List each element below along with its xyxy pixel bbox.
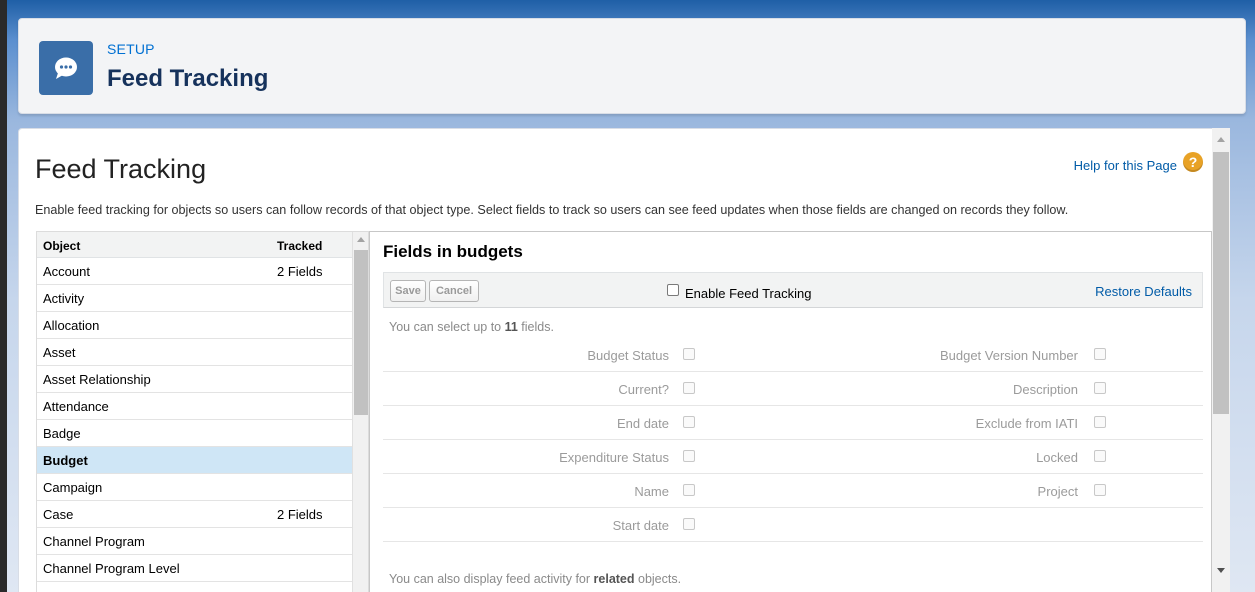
field-checkbox-name[interactable] xyxy=(683,484,695,496)
help-link[interactable]: Help for this Page xyxy=(1074,158,1177,173)
field-row: Name Project xyxy=(383,474,1203,508)
object-name: Channel Program Level xyxy=(43,561,180,576)
object-name: Attendance xyxy=(43,399,109,414)
field-label: Budget Status xyxy=(587,348,669,363)
field-row: Start date xyxy=(383,508,1203,542)
page-header: SETUP Feed Tracking xyxy=(18,18,1246,114)
object-name: Activity xyxy=(43,291,85,306)
page-description: Enable feed tracking for objects so user… xyxy=(35,203,1069,217)
field-label: Start date xyxy=(612,518,669,533)
page-scrollbar-thumb[interactable] xyxy=(1213,152,1229,414)
breadcrumb[interactable]: SETUP xyxy=(107,41,155,57)
field-checkbox-budget-status[interactable] xyxy=(683,348,695,360)
field-label: End date xyxy=(616,416,669,431)
field-checkbox-description[interactable] xyxy=(1094,382,1106,394)
column-header-tracked: Tracked xyxy=(277,239,323,253)
object-name: Campaign xyxy=(43,480,103,495)
cancel-button[interactable]: Cancel xyxy=(429,280,479,302)
help-icon[interactable]: ? xyxy=(1183,152,1203,172)
field-checkbox-project[interactable] xyxy=(1094,484,1106,496)
object-row-channel-program[interactable]: Channel Program xyxy=(37,528,352,555)
field-label: Budget Version Number xyxy=(939,348,1078,363)
object-row-allocation[interactable]: Allocation xyxy=(37,312,352,339)
field-label: Description xyxy=(1012,382,1078,397)
object-name: Case xyxy=(43,507,74,522)
enable-feed-tracking-checkbox[interactable] xyxy=(667,284,679,296)
scrollbar-thumb[interactable] xyxy=(354,250,368,415)
object-row-channel-program-level[interactable]: Channel Program Level xyxy=(37,555,352,582)
object-list-header: Object Tracked xyxy=(37,232,352,258)
field-checkbox-budget-version-number[interactable] xyxy=(1094,348,1106,360)
object-row-asset[interactable]: Asset xyxy=(37,339,352,366)
field-limit-count: 11 xyxy=(504,320,518,334)
restore-defaults-link[interactable]: Restore Defaults xyxy=(1095,284,1192,299)
object-name: Allocation xyxy=(43,318,100,333)
field-label: Current? xyxy=(618,382,669,397)
field-row: End date Exclude from IATI xyxy=(383,406,1203,440)
object-name: Channel Program xyxy=(43,534,145,549)
field-label: Locked xyxy=(1036,450,1078,465)
object-name: Budget xyxy=(43,453,88,468)
enable-feed-tracking-label: Enable Feed Tracking xyxy=(685,286,812,301)
field-checkbox-locked[interactable] xyxy=(1094,450,1106,462)
scroll-up-arrow-icon[interactable] xyxy=(1217,137,1225,142)
page-title: Feed Tracking xyxy=(35,154,207,184)
field-checkbox-start-date[interactable] xyxy=(683,518,695,530)
field-checkbox-exclude-from-iati[interactable] xyxy=(1094,416,1106,428)
object-row-attendance[interactable]: Attendance xyxy=(37,393,352,420)
object-tracked: 2 Fields xyxy=(277,507,323,522)
header-title: Feed Tracking xyxy=(107,65,269,92)
field-checkbox-expenditure-status[interactable] xyxy=(683,450,695,462)
scroll-up-arrow-icon[interactable] xyxy=(357,237,365,242)
chat-bubble-icon xyxy=(39,41,93,95)
object-name: Asset xyxy=(43,345,76,360)
column-header-object: Object xyxy=(43,239,81,253)
related-objects-text: You can also display feed activity for r… xyxy=(389,572,682,586)
object-list: Object Tracked Account 2 Fields Activity… xyxy=(36,231,369,592)
object-name: Asset Relationship xyxy=(43,372,151,387)
object-name: Account xyxy=(43,264,90,279)
object-list-scrollbar[interactable] xyxy=(352,232,368,592)
object-tracked: 2 Fields xyxy=(277,264,323,279)
object-row-account[interactable]: Account 2 Fields xyxy=(37,258,352,285)
field-label: Name xyxy=(634,484,669,499)
field-checkbox-current[interactable] xyxy=(683,382,695,394)
field-label: Exclude from IATI xyxy=(975,416,1078,431)
object-row-badge[interactable]: Badge xyxy=(37,420,352,447)
field-row: Budget Status Budget Version Number xyxy=(383,338,1203,372)
object-row-asset-relationship[interactable]: Asset Relationship xyxy=(37,366,352,393)
fields-toolbar: Save Cancel Enable Feed Tracking Restore… xyxy=(383,272,1203,308)
page-scrollbar[interactable] xyxy=(1212,128,1230,592)
fields-title: Fields in budgets xyxy=(383,242,523,261)
object-row-campaign[interactable]: Campaign xyxy=(37,474,352,501)
fields-panel: Fields in budgets Save Cancel Enable Fee… xyxy=(369,231,1212,592)
main-content: Feed Tracking Help for this Page ? Enabl… xyxy=(18,128,1230,592)
field-row: Expenditure Status Locked xyxy=(383,440,1203,474)
field-label: Expenditure Status xyxy=(559,450,669,465)
scroll-down-arrow-icon[interactable] xyxy=(1217,568,1225,573)
field-row: Current? Description xyxy=(383,372,1203,406)
save-button[interactable]: Save xyxy=(390,280,426,302)
object-name: Badge xyxy=(43,426,81,441)
object-row-case[interactable]: Case 2 Fields xyxy=(37,501,352,528)
field-label: Project xyxy=(1037,484,1078,499)
object-row-budget[interactable]: Budget xyxy=(37,447,352,474)
object-row-activity[interactable]: Activity xyxy=(37,285,352,312)
field-limit-text: You can select up to 11 fields. xyxy=(389,320,554,334)
field-checkbox-end-date[interactable] xyxy=(683,416,695,428)
